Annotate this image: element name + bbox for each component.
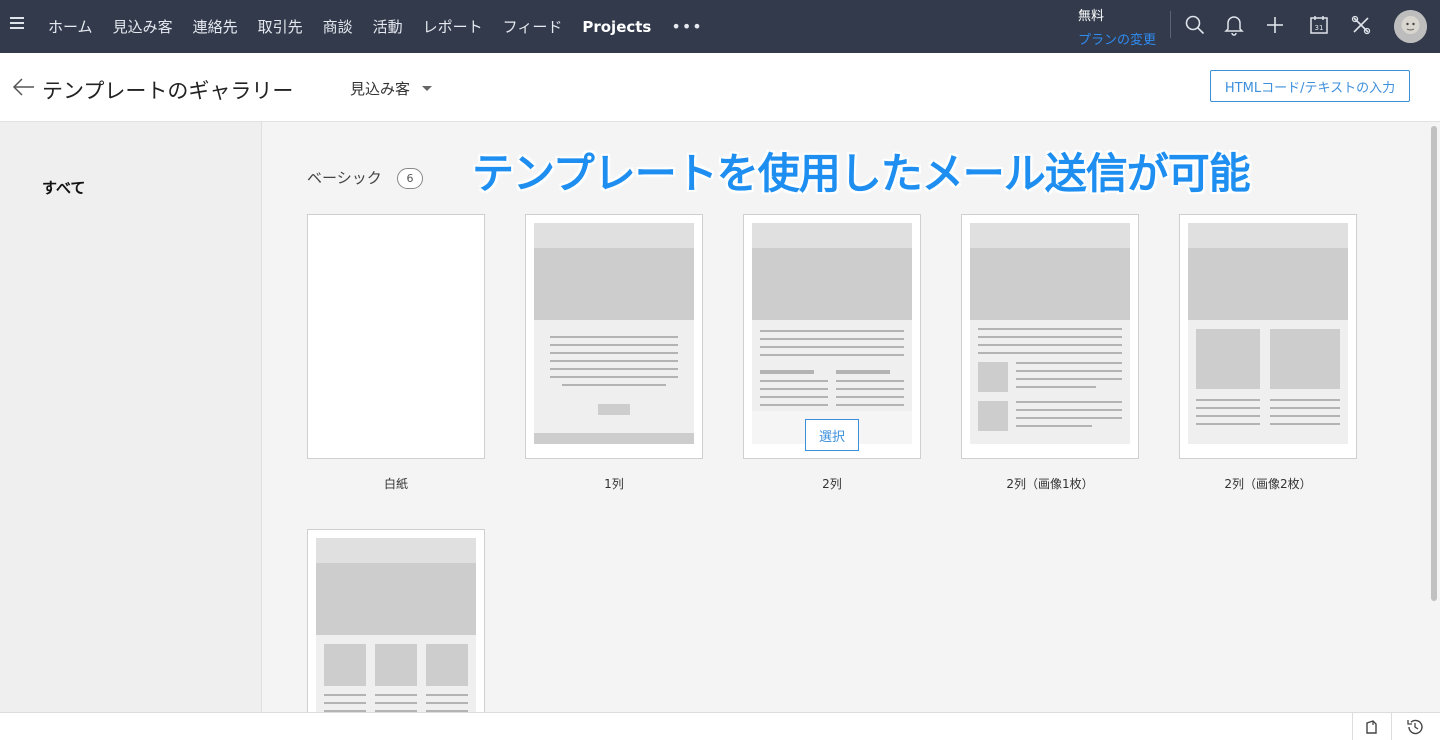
divider <box>1391 713 1392 740</box>
nav-tab-deals[interactable]: 商談 <box>313 16 363 37</box>
avatar[interactable] <box>1394 10 1427 43</box>
template-thumbnail <box>1188 223 1348 444</box>
template-gallery: ベーシック 6 テンプレートを使用したメール送信が可能 白紙 1列 選択 2列 … <box>262 122 1428 729</box>
template-label: 白紙 <box>383 477 408 491</box>
plan-label: 無料 <box>1078 9 1105 24</box>
nav-tabs: ホーム 見込み客 連絡先 取引先 商談 活動 レポート フィード Project… <box>38 0 713 53</box>
template-card-2-columns-1-image[interactable] <box>961 214 1139 459</box>
bell-icon[interactable] <box>1222 12 1246 38</box>
template-thumbnail <box>752 223 912 444</box>
template-card-3-columns[interactable] <box>307 529 485 729</box>
page-header: テンプレートのギャラリー 見込み客 HTMLコード/テキストの入力 <box>0 53 1440 122</box>
nav-tab-contacts[interactable]: 連絡先 <box>183 16 248 37</box>
search-icon[interactable] <box>1183 12 1207 38</box>
notes-icon[interactable] <box>1362 717 1382 737</box>
nav-tab-leads[interactable]: 見込み客 <box>103 16 183 37</box>
scrollbar-thumb[interactable] <box>1431 126 1437 601</box>
html-code-input-button[interactable]: HTMLコード/テキストの入力 <box>1210 70 1410 102</box>
more-tabs-icon[interactable]: ••• <box>661 17 712 36</box>
nav-tab-activities[interactable]: 活動 <box>363 16 413 37</box>
category-all[interactable]: すべて <box>42 177 85 198</box>
template-label: 1列 <box>604 477 624 491</box>
template-thumbnail <box>970 223 1130 444</box>
divider <box>1352 713 1353 740</box>
nav-tab-accounts[interactable]: 取引先 <box>248 16 313 37</box>
module-dropdown[interactable]: 見込み客 <box>350 78 410 99</box>
template-thumbnail <box>316 538 476 728</box>
vertical-scrollbar[interactable] <box>1428 122 1440 712</box>
nav-tab-projects[interactable]: Projects <box>572 18 661 36</box>
menu-icon[interactable] <box>10 17 24 31</box>
plan-info: 無料 プランの変更 <box>1078 5 1156 48</box>
page-title: テンプレートのギャラリー <box>42 79 294 103</box>
banner-caption: テンプレートを使用したメール送信が可能 <box>472 149 1251 198</box>
tools-icon[interactable] <box>1349 12 1373 38</box>
template-count-badge: 6 <box>397 168 423 189</box>
change-plan-link[interactable]: プランの変更 <box>1078 29 1156 48</box>
section-title: ベーシック <box>307 169 382 187</box>
category-sidebar: すべて <box>0 122 262 712</box>
bottom-status-bar <box>0 712 1440 740</box>
nav-tab-home[interactable]: ホーム <box>38 16 103 37</box>
template-label: 2列（画像2枚） <box>1224 477 1312 491</box>
template-label: 2列 <box>822 477 842 491</box>
nav-tab-reports[interactable]: レポート <box>413 16 493 37</box>
template-card-2-columns[interactable]: 選択 <box>743 214 921 459</box>
nav-divider <box>1170 11 1171 38</box>
template-card-2-columns-2-images[interactable] <box>1179 214 1357 459</box>
calendar-icon[interactable]: 31 <box>1307 12 1331 38</box>
chevron-down-icon[interactable] <box>422 86 432 91</box>
back-arrow-icon[interactable] <box>12 77 36 97</box>
history-icon[interactable] <box>1405 717 1425 737</box>
nav-tab-feeds[interactable]: フィード <box>493 16 573 37</box>
template-card-1-column[interactable] <box>525 214 703 459</box>
plus-icon[interactable] <box>1263 12 1287 38</box>
template-card-blank[interactable] <box>307 214 485 459</box>
template-label: 2列（画像1枚） <box>1006 477 1094 491</box>
calendar-day: 31 <box>1315 24 1324 32</box>
top-navigation-bar: ホーム 見込み客 連絡先 取引先 商談 活動 レポート フィード Project… <box>0 0 1440 53</box>
template-thumbnail <box>534 223 694 444</box>
select-template-button[interactable]: 選択 <box>805 419 859 451</box>
